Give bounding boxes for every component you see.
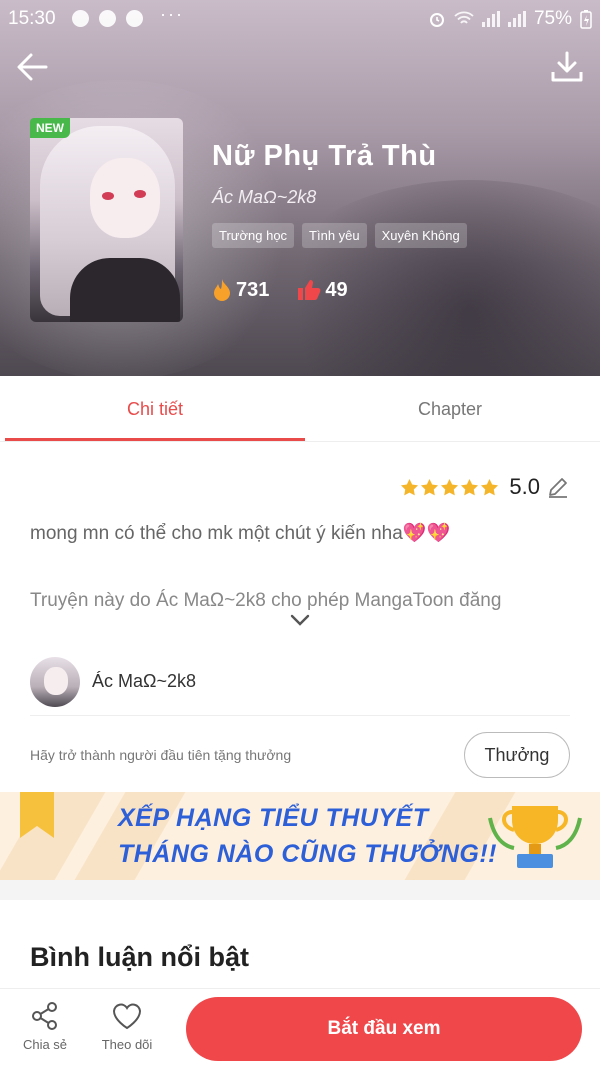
tab-chapter[interactable]: Chapter (300, 376, 600, 442)
bottom-action-bar: Chia sẻ Theo dõi Bắt đầu xem (0, 988, 600, 1067)
signal-icon (481, 11, 500, 27)
genre-tag[interactable]: Trường học (212, 223, 295, 248)
rating: 5.0 (400, 474, 570, 500)
status-bar: 15:30 ··· 75% (0, 0, 600, 36)
signal-icon-2 (507, 11, 526, 27)
book-description: mong mn có thể cho mk một chút ý kiến nh… (30, 523, 451, 544)
genre-tag[interactable]: Xuyên Không (374, 223, 467, 248)
follow-label: Theo dõi (101, 1037, 153, 1052)
reward-prompt: Hãy trở thành người đầu tiên tặng thưởng (30, 747, 292, 763)
bookmark-ribbon-icon (20, 792, 54, 838)
book-author[interactable]: Ác MaΩ~2k8 (212, 187, 316, 208)
share-icon (32, 1002, 57, 1030)
wifi-icon (454, 11, 474, 24)
likes-stat: 49 (297, 278, 348, 302)
start-reading-button[interactable]: Bắt đầu xem (186, 997, 582, 1061)
views-count: 731 (236, 278, 270, 301)
reward-row: Hãy trở thành người đầu tiên tặng thưởng… (30, 730, 570, 780)
ranking-banner[interactable]: XẾP HẠNG TIỂU THUYẾT THÁNG NÀO CŨNG THƯỞ… (0, 792, 600, 880)
back-arrow-icon[interactable] (14, 48, 52, 86)
chrome-icon (99, 10, 116, 27)
book-stats: 731 49 (212, 278, 348, 302)
star-icon (421, 478, 439, 495)
star-icon (481, 478, 499, 495)
facebook-icon (72, 10, 89, 27)
rating-value: 5.0 (509, 474, 540, 499)
star-icon (461, 478, 479, 495)
download-icon[interactable] (548, 48, 586, 86)
fire-icon (214, 279, 230, 301)
chevron-down-icon[interactable] (289, 612, 311, 628)
likes-count: 49 (325, 278, 348, 301)
featured-comments-title: Bình luận nổi bật (30, 942, 249, 972)
active-tab-indicator (5, 438, 305, 441)
genre-tags: Trường học Tình yêu Xuyên Không (212, 223, 467, 248)
tab-details[interactable]: Chi tiết (5, 376, 305, 442)
views-stat: 731 (212, 278, 269, 302)
content-tabs: Chi tiết Chapter (0, 376, 600, 442)
share-label: Chia sẻ (22, 1037, 68, 1052)
author-row[interactable]: Ác MaΩ~2k8 (30, 648, 570, 716)
share-button[interactable]: Chia sẻ (10, 1001, 80, 1052)
trophy-icon (488, 806, 582, 868)
more-notifications-icon: ··· (160, 4, 184, 24)
battery-icon (580, 10, 592, 29)
author-name: Ác MaΩ~2k8 (92, 671, 197, 691)
status-time: 15:30 (8, 8, 56, 29)
book-title: Nữ Phụ Trả Thù (212, 140, 437, 172)
license-text: Truyện này do Ác MaΩ~2k8 cho phép MangaT… (30, 590, 502, 611)
edit-icon[interactable] (546, 475, 570, 499)
star-icon (441, 478, 459, 495)
genre-tag[interactable]: Tình yêu (302, 223, 367, 248)
star-icon (401, 478, 419, 495)
follow-button[interactable]: Theo dõi (92, 1001, 162, 1052)
new-badge: NEW (30, 118, 70, 138)
reward-button[interactable]: Thưởng (464, 732, 570, 778)
battery-percent: 75% (533, 8, 572, 29)
alarm-icon (429, 13, 444, 27)
book-header: 15:30 ··· 75% NEW Nữ Phụ Trả Thù Ác MaΩ~… (0, 0, 600, 376)
chrome-icon (126, 10, 143, 27)
thumbs-up-icon (298, 280, 321, 300)
avatar (30, 656, 80, 707)
rating-stars (400, 478, 499, 497)
banner-line-1: XẾP HẠNG TIỂU THUYẾT (118, 804, 429, 832)
book-cover[interactable] (30, 118, 183, 322)
section-divider (0, 880, 600, 900)
banner-line-2: THÁNG NÀO CŨNG THƯỞNG!! (118, 840, 498, 868)
heart-icon (112, 1003, 142, 1030)
